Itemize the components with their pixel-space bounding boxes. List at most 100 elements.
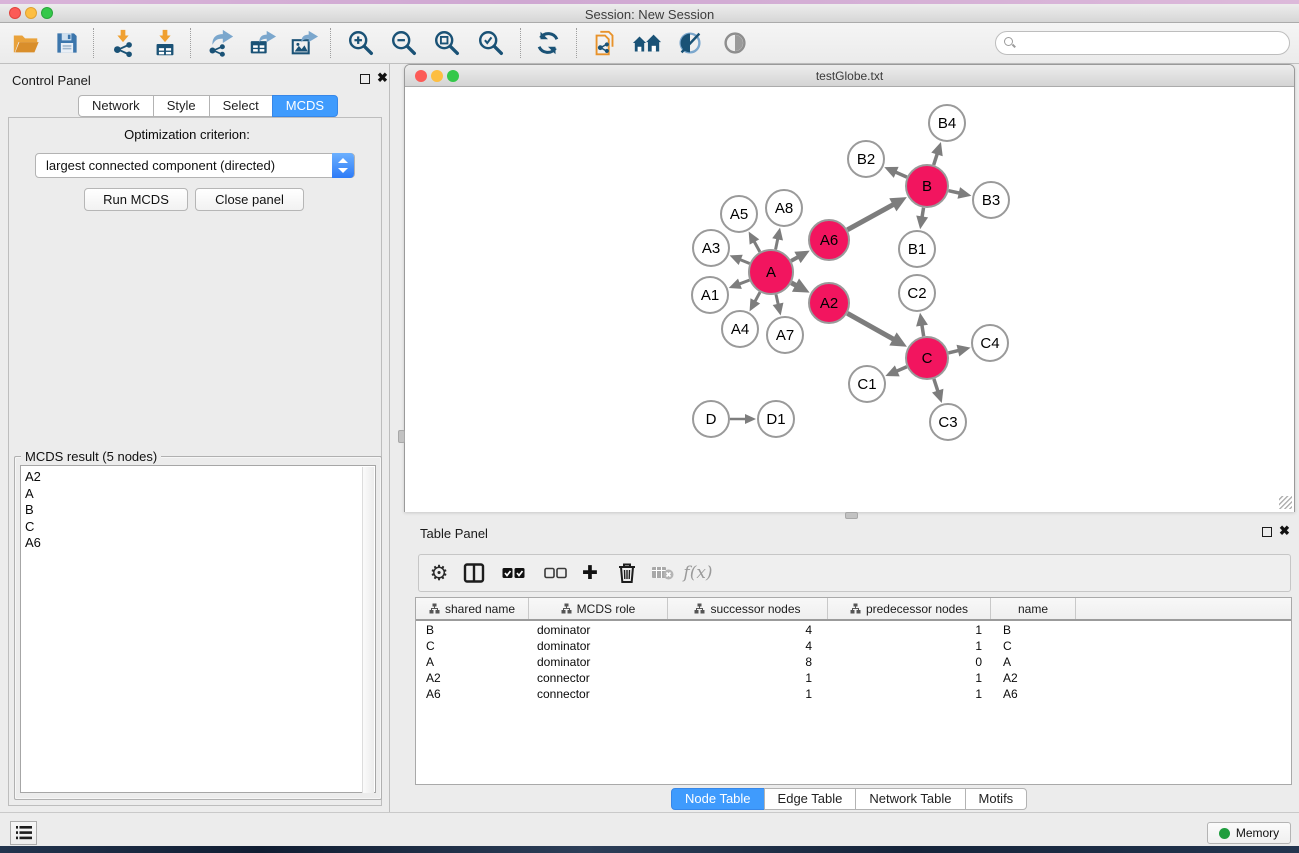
- cell-MCDS-role: connector: [537, 687, 590, 701]
- result-item[interactable]: A2: [25, 469, 41, 486]
- table-row-A2[interactable]: A2connector11A2: [416, 671, 1291, 687]
- network-window-titlebar[interactable]: testGlobe.txt: [405, 65, 1294, 87]
- graph-node-label: A3: [702, 240, 720, 257]
- window-resize-grip[interactable]: [1279, 496, 1292, 509]
- zoom-out-icon[interactable]: [387, 26, 421, 60]
- cell-MCDS-role: dominator: [537, 623, 590, 637]
- column-header-label: MCDS role: [577, 602, 636, 616]
- delete-table-icon[interactable]: [646, 555, 680, 591]
- column-header-predecessor-nodes[interactable]: predecessor nodes: [828, 598, 991, 619]
- table-panel-tabs: Node TableEdge TableNetwork TableMotifs: [671, 788, 1027, 810]
- graph-node-label: A: [766, 264, 776, 281]
- network-graph[interactable]: AA1A2A3A4A5A6A7A8BB1B2B3B4CC1C2C3C4DD1: [405, 88, 1294, 512]
- cell-predecessor-nodes: 1: [975, 623, 982, 637]
- edge-A2-C[interactable]: [847, 313, 894, 340]
- search-input[interactable]: [1018, 33, 1278, 53]
- new-network-from-selection-icon[interactable]: [588, 26, 622, 60]
- cell-predecessor-nodes: 1: [975, 639, 982, 653]
- memory-label: Memory: [1236, 826, 1279, 840]
- result-item[interactable]: A: [25, 486, 41, 503]
- graph-node-label: A2: [820, 295, 838, 312]
- table-row-B[interactable]: Bdominator41B: [416, 623, 1291, 639]
- hide-graphics-details-icon[interactable]: [673, 26, 707, 60]
- control-panel-tabs: NetworkStyleSelectMCDS: [78, 95, 338, 117]
- delete-columns-icon[interactable]: [610, 555, 644, 591]
- show-columns-icon[interactable]: [457, 555, 491, 591]
- optimization-criterion-label: Optimization criterion:: [0, 127, 374, 142]
- graph-node-label: C3: [938, 414, 957, 431]
- float-panel-icon[interactable]: [360, 74, 370, 84]
- attribute-icon: [561, 603, 572, 614]
- result-item[interactable]: B: [25, 502, 41, 519]
- tab-mcds[interactable]: MCDS: [272, 95, 338, 117]
- criterion-dropdown[interactable]: largest connected component (directed): [35, 153, 355, 178]
- import-network-icon[interactable]: [106, 26, 140, 60]
- close-panel-icon[interactable]: ✖: [377, 73, 388, 83]
- run-mcds-button[interactable]: Run MCDS: [84, 188, 188, 211]
- column-header-name[interactable]: name: [991, 598, 1076, 619]
- mcds-result-list[interactable]: A2ABCA6: [20, 465, 376, 793]
- tab-network[interactable]: Network: [78, 95, 154, 117]
- import-table-icon[interactable]: [148, 26, 182, 60]
- dropdown-stepper-icon: [332, 153, 354, 178]
- cell-name: B: [1003, 623, 1011, 637]
- show-graphics-details-icon[interactable]: [718, 26, 752, 60]
- tab-network-table[interactable]: Network Table: [855, 788, 965, 810]
- zoom-in-icon[interactable]: [344, 26, 378, 60]
- column-header-MCDS-role[interactable]: MCDS role: [529, 598, 668, 619]
- edge-arrowhead: [772, 228, 783, 241]
- export-image-icon[interactable]: [287, 26, 321, 60]
- search-box[interactable]: [995, 31, 1290, 55]
- column-header-label: predecessor nodes: [866, 602, 968, 616]
- table-row-A[interactable]: Adominator80A: [416, 655, 1291, 671]
- float-panel-icon[interactable]: [1262, 527, 1272, 537]
- column-settings-gear-icon[interactable]: ⚙: [422, 555, 456, 591]
- control-panel-title: Control Panel: [12, 73, 91, 88]
- export-table-icon[interactable]: [245, 26, 279, 60]
- network-canvas[interactable]: AA1A2A3A4A5A6A7A8BB1B2B3B4CC1C2C3C4DD1: [405, 88, 1294, 512]
- close-panel-button[interactable]: Close panel: [195, 188, 304, 211]
- result-item[interactable]: C: [25, 519, 41, 536]
- close-panel-icon[interactable]: ✖: [1279, 526, 1290, 536]
- save-session-icon[interactable]: [50, 26, 84, 60]
- cell-successor-nodes: 4: [805, 639, 812, 653]
- tab-edge-table[interactable]: Edge Table: [764, 788, 857, 810]
- export-network-icon[interactable]: [203, 26, 237, 60]
- splitter-handle[interactable]: [398, 430, 405, 443]
- cell-successor-nodes: 1: [805, 671, 812, 685]
- cell-successor-nodes: 8: [805, 655, 812, 669]
- select-all-checkboxes-icon[interactable]: [496, 555, 530, 591]
- deselect-all-checkboxes-icon[interactable]: [538, 555, 572, 591]
- table-row-A6[interactable]: A6connector11A6: [416, 687, 1291, 703]
- tab-select[interactable]: Select: [209, 95, 273, 117]
- attribute-icon: [429, 603, 440, 614]
- open-session-icon[interactable]: [9, 26, 43, 60]
- column-header-successor-nodes[interactable]: successor nodes: [668, 598, 828, 619]
- function-builder-icon[interactable]: f(x): [681, 555, 715, 591]
- refresh-icon[interactable]: [531, 26, 565, 60]
- zoom-selected-icon[interactable]: [474, 26, 508, 60]
- cell-shared-name: A2: [426, 671, 441, 685]
- result-list-scrollbar[interactable]: [362, 467, 374, 793]
- splitter-handle[interactable]: [845, 512, 858, 519]
- edge-C-C3[interactable]: [934, 379, 938, 393]
- add-column-icon[interactable]: ✚: [573, 555, 607, 591]
- memory-button[interactable]: Memory: [1207, 822, 1291, 844]
- edge-A6-B[interactable]: [847, 204, 894, 230]
- main-toolbar: [0, 23, 1299, 64]
- tab-node-table[interactable]: Node Table: [671, 788, 765, 810]
- table-row-C[interactable]: Cdominator41C: [416, 639, 1291, 655]
- edge-arrowhead: [957, 345, 971, 357]
- result-item[interactable]: A6: [25, 535, 41, 552]
- zoom-fit-icon[interactable]: [430, 26, 464, 60]
- first-neighbors-icon[interactable]: [630, 26, 664, 60]
- edge-B-B2[interactable]: [894, 172, 907, 178]
- tab-motifs[interactable]: Motifs: [965, 788, 1028, 810]
- tab-style[interactable]: Style: [153, 95, 210, 117]
- toolbar-separator: [190, 28, 191, 58]
- graph-node-label: A6: [820, 232, 838, 249]
- edge-arrowhead: [932, 389, 943, 403]
- task-history-button[interactable]: [10, 821, 37, 845]
- column-header-shared-name[interactable]: shared name: [416, 598, 529, 619]
- graph-node-label: C4: [980, 335, 999, 352]
